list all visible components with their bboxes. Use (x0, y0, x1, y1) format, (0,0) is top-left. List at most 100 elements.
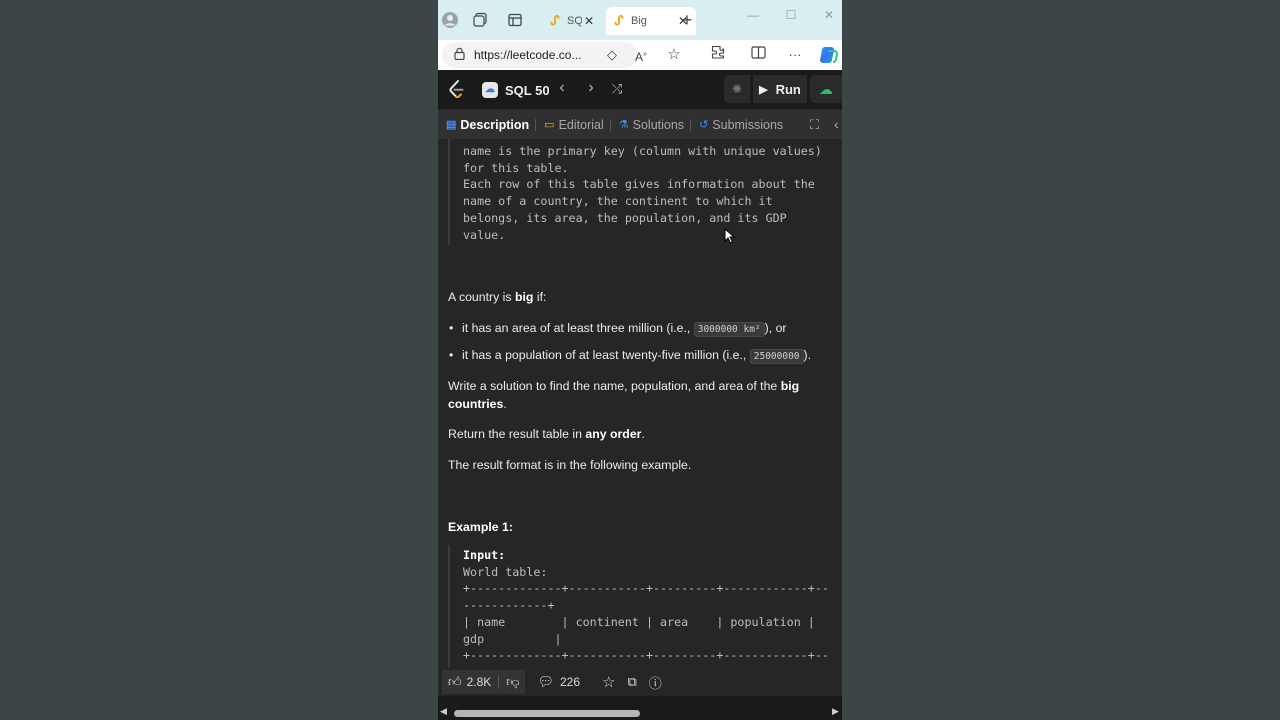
url-text: https://leetcode.co... (474, 48, 582, 62)
copilot-icon[interactable] (819, 45, 839, 65)
format-statement: The result format is in the following ex… (448, 458, 692, 472)
tab-label: Description (460, 117, 530, 132)
thumbs-down-icon[interactable]: 👎︎ (506, 674, 519, 690)
text: it has an area of at least three million… (462, 321, 694, 335)
favorite-button[interactable]: ☆ (602, 673, 615, 691)
run-button[interactable]: ▶ Run (753, 75, 807, 103)
run-controls: ✺ ▶ Run ☁ (724, 75, 842, 103)
list-item: it has a population of at least twenty-f… (448, 346, 832, 366)
bottom-action-bar: 👍︎ 2.8K 👎︎ 💬︎ 226 ☆ ⧉ ⓘ (438, 668, 842, 696)
horizontal-scrollbar[interactable]: ◀ ▶ (438, 703, 842, 720)
tag-icon[interactable]: ◇ (602, 45, 622, 65)
submit-cloud-icon[interactable]: ☁ (810, 75, 842, 103)
maximize-icon[interactable]: ☐ (781, 8, 801, 22)
scroll-thumb[interactable] (454, 710, 640, 717)
prev-problem-icon[interactable]: ‹ (553, 79, 571, 97)
tab-actions-icon[interactable] (505, 10, 525, 30)
tab-submissions[interactable]: ↺ Submissions (691, 118, 789, 132)
lock-icon[interactable] (452, 47, 466, 63)
leetcode-favicon-icon: ᔑ (550, 13, 560, 28)
tab-editorial[interactable]: ▭ Editorial (536, 118, 610, 132)
fullscreen-icon[interactable]: ⛶ (810, 117, 819, 133)
flask-icon: ⚗ (618, 119, 629, 131)
example-line: gdp | (463, 631, 562, 646)
star-icon: ☆ (602, 674, 616, 691)
example-line: | name | continent | area | population | (463, 614, 815, 629)
like-count[interactable]: 2.8K (467, 675, 492, 689)
bold-text: any order (585, 427, 642, 441)
schema-note-block: name is the primary key (column with uni… (448, 139, 834, 245)
collections-icon[interactable] (471, 10, 491, 30)
comment-count: 226 (560, 675, 581, 689)
debug-icon[interactable]: ✺ (724, 75, 750, 103)
read-aloud-icon[interactable]: A» (631, 45, 651, 65)
split-screen-icon[interactable] (748, 45, 768, 65)
help-button[interactable]: ⓘ (649, 673, 662, 692)
example-block: Input: World table: +-------------+-----… (448, 545, 834, 668)
text: Return the result table in (448, 427, 586, 441)
example-lines: Input: World table: +-------------+-----… (463, 547, 829, 664)
thumbs-up-icon[interactable]: 👍︎ (448, 674, 462, 690)
close-tab-icon[interactable]: ✕ (582, 14, 596, 28)
shuffle-icon[interactable]: ⤮ (608, 81, 626, 97)
collapse-panel-icon[interactable]: ‹ (834, 116, 839, 132)
browser-tab-bar: ᔑ SQ ✕ ᔑ Big ✕ + — ☐ ✕ (438, 0, 842, 40)
text: A country is (448, 290, 515, 304)
example-line: World table: (463, 564, 548, 579)
history-icon: ↺ (699, 119, 709, 131)
problem-list-title: SQL 50 (505, 82, 550, 98)
text: ). (803, 348, 812, 362)
book-icon: ▭ (544, 119, 555, 131)
example-line: +-------------+-----------+---------+---… (463, 648, 829, 663)
next-problem-icon[interactable]: › (582, 79, 600, 97)
list-item: it has an area of at least three million… (448, 319, 832, 339)
text: Write a solution to find the name, popul… (448, 379, 781, 393)
comment-icon: 💬︎ (537, 674, 554, 689)
new-tab-icon[interactable]: + (677, 10, 697, 30)
scroll-left-icon[interactable]: ◀ (440, 706, 447, 717)
bold-text: Example 1: (448, 520, 513, 534)
description-icon: ▤ (446, 119, 457, 131)
more-options-icon[interactable]: ··· (785, 45, 805, 65)
tab-sql[interactable]: ᔑ SQ ✕ (542, 7, 602, 35)
vote-group: 👍︎ 2.8K 👎︎ (442, 670, 526, 694)
mouse-cursor-icon (724, 228, 736, 244)
favorite-star-icon[interactable]: ☆ (664, 45, 684, 65)
tab-label: Editorial (558, 117, 604, 132)
big-definition: A country is big if: (448, 288, 832, 306)
tab-title: Big (631, 15, 647, 27)
leetcode-logo-icon[interactable] (446, 79, 466, 99)
address-bar: https://leetcode.co... ◇ A» ☆ ··· (438, 40, 842, 70)
text: it has a population of at least twenty-f… (462, 348, 750, 362)
tab-solutions[interactable]: ⚗ Solutions (611, 118, 690, 132)
url-field[interactable]: https://leetcode.co... ◇ (442, 42, 638, 68)
comments-button[interactable]: 💬︎ 226 (537, 674, 580, 690)
inline-code: 25000000 (749, 349, 804, 364)
share-button[interactable]: ⧉ (627, 674, 636, 690)
run-label: Run (775, 81, 801, 97)
tab-title: SQ (567, 15, 582, 27)
minimize-icon[interactable]: — (743, 8, 763, 22)
close-window-icon[interactable]: ✕ (819, 8, 839, 22)
profile-icon[interactable] (440, 10, 460, 30)
text: . (641, 427, 645, 441)
tab-label: Submissions (712, 117, 784, 132)
bold-text: big (514, 290, 534, 304)
share-icon: ⧉ (627, 674, 637, 689)
play-icon: ▶ (759, 83, 768, 96)
leetcode-favicon-icon: ᔑ (614, 13, 624, 28)
example-heading: Example 1: (448, 518, 832, 536)
schema-note-text: name is the primary key (column with uni… (463, 144, 822, 242)
inline-code: 3000000 km² (693, 322, 765, 337)
scroll-right-icon[interactable]: ▶ (832, 706, 839, 717)
tab-description[interactable]: ▤ Description (438, 118, 535, 132)
example-line: ------------+ (463, 598, 555, 613)
example-line: +-------------+-----------+---------+---… (463, 581, 829, 596)
cloud-list-icon: ☁ (482, 82, 498, 98)
text: if: (533, 290, 547, 304)
input-label: Input: (463, 548, 506, 562)
leetcode-header: ☁ SQL 50 ‹ › ⤮ ✺ ▶ Run ☁ (438, 70, 842, 110)
problem-list-button[interactable]: ☁ SQL 50 (482, 80, 550, 100)
extensions-icon[interactable] (708, 45, 728, 65)
divider (498, 675, 500, 689)
